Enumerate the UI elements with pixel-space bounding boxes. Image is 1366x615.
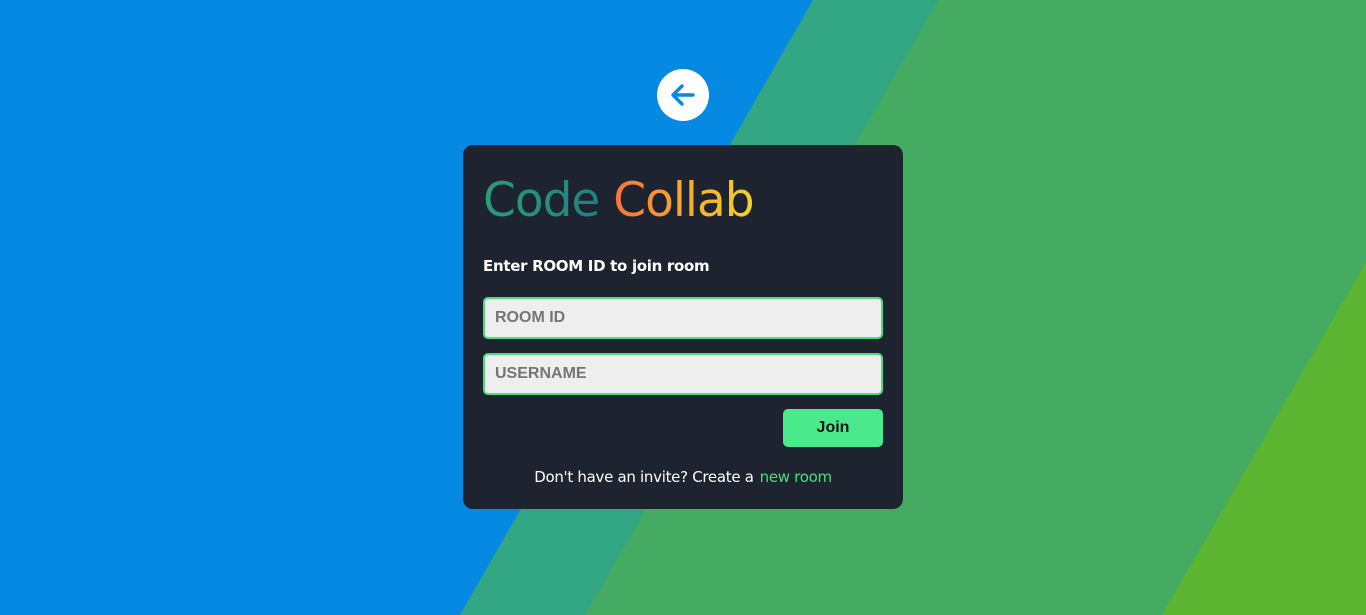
arrow-left-icon [671, 84, 695, 106]
join-room-card: Code Collab Enter ROOM ID to join room J… [463, 145, 903, 509]
new-room-link[interactable]: new room [760, 468, 832, 486]
join-button[interactable]: Join [783, 409, 883, 447]
logo-collab-text: Collab [613, 173, 754, 228]
username-input[interactable] [483, 353, 883, 395]
app-logo: Code Collab [483, 171, 755, 231]
invite-text: Don't have an invite? Create a [534, 468, 754, 486]
back-button[interactable] [657, 69, 709, 121]
logo-code-text: Code [483, 173, 600, 228]
room-id-input[interactable] [483, 297, 883, 339]
join-instructions: Enter ROOM ID to join room [483, 257, 710, 275]
invite-prompt: Don't have an invite? Create a new room [463, 468, 903, 486]
